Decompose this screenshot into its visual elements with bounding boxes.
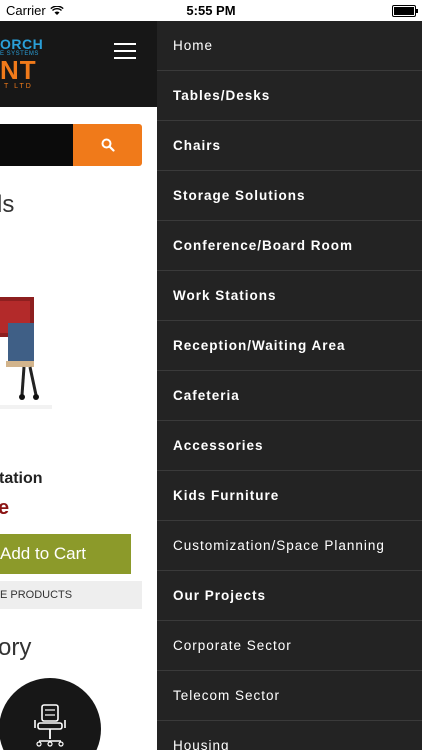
menu-item-tables-desks[interactable]: Tables/Desks (157, 71, 422, 121)
menu-item-reception-waiting-area[interactable]: Reception/Waiting Area (157, 321, 422, 371)
menu-item-work-stations[interactable]: Work Stations (157, 271, 422, 321)
main-page: ORCH E SYSTEMS NT T LTD ls tation e Add … (0, 21, 157, 750)
search-button[interactable] (73, 124, 142, 166)
menu-item-conference-board-room[interactable]: Conference/Board Room (157, 221, 422, 271)
menu-item-kids-furniture[interactable]: Kids Furniture (157, 471, 422, 521)
more-products-link[interactable]: E PRODUCTS (0, 581, 142, 609)
status-bar: Carrier 5:55 PM (0, 0, 422, 21)
section-title: ls (0, 191, 15, 218)
menu-item-accessories[interactable]: Accessories (157, 421, 422, 471)
office-chair-icon (34, 704, 66, 747)
product-price: e (0, 497, 10, 519)
menu-toggle-icon[interactable] (114, 43, 136, 61)
menu-item-housing[interactable]: Housing (157, 721, 422, 750)
logo-text-main: NT (0, 55, 37, 85)
product-name[interactable]: tation (0, 470, 43, 488)
add-to-cart-button[interactable]: Add to Cart (0, 534, 131, 574)
battery-icon (392, 5, 418, 17)
logo-text-ltd: T LTD (4, 83, 33, 90)
menu-item-corporate-sector[interactable]: Corporate Sector (157, 621, 422, 671)
logo-text-top: ORCH (0, 36, 44, 52)
clock: 5:55 PM (186, 3, 236, 18)
category-chairs-tile[interactable] (0, 678, 101, 750)
site-header: ORCH E SYSTEMS NT T LTD (0, 21, 157, 107)
menu-item-storage-solutions[interactable]: Storage Solutions (157, 171, 422, 221)
menu-item-home[interactable]: Home (157, 21, 422, 71)
menu-item-our-projects[interactable]: Our Projects (157, 571, 422, 621)
menu-item-customization-space-planning[interactable]: Customization/Space Planning (157, 521, 422, 571)
product-image[interactable] (0, 277, 52, 417)
menu-item-telecom-sector[interactable]: Telecom Sector (157, 671, 422, 721)
navigation-drawer: Home Tables/Desks Chairs Storage Solutions C… (157, 21, 422, 750)
menu-item-cafeteria[interactable]: Cafeteria (157, 371, 422, 421)
category-title: ory (0, 634, 32, 661)
menu-item-chairs[interactable]: Chairs (157, 121, 422, 171)
menu-list: Home Tables/Desks Chairs Storage Solutions C… (157, 21, 422, 750)
search-icon (101, 138, 115, 152)
search-input[interactable] (0, 124, 73, 166)
